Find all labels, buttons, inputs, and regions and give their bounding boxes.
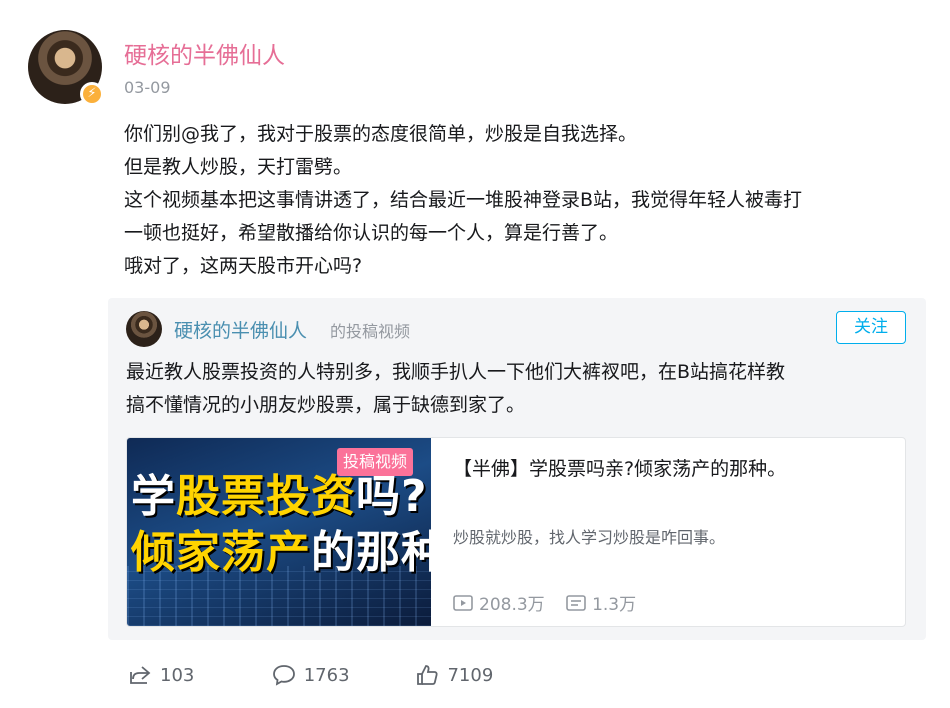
post-text: 你们别@我了，我对于股票的态度很简单，炒股是自我选择。 但是教人炒股，天打雷劈。… xyxy=(124,118,914,283)
share-button[interactable]: 103 xyxy=(128,664,266,686)
repost-author-name[interactable]: 硬核的半佛仙人 xyxy=(174,316,307,343)
danmaku-count-value: 1.3万 xyxy=(592,595,637,615)
repost-card: 硬核的半佛仙人 的投稿视频 关注 最近教人股票投资的人特别多，我顺手扒人一下他们… xyxy=(108,298,926,640)
thumbnail-word: 吗? xyxy=(356,471,428,522)
post-line: 哦对了，这两天股市开心吗? xyxy=(124,255,363,277)
repost-author-avatar[interactable] xyxy=(126,311,162,347)
play-count-value: 208.3万 xyxy=(479,595,545,615)
thumbnail-word: 股票投资 xyxy=(176,471,356,522)
post-line: 但是教人炒股，天打雷劈。 xyxy=(124,156,353,178)
thumbnail-word: 学 xyxy=(131,471,176,522)
thumbs-up-icon xyxy=(417,665,439,685)
post-line: 你们别@我了，我对于股票的态度很简单，炒股是自我选择。 xyxy=(124,123,638,145)
repost-text: 最近教人股票投资的人特别多，我顺手扒人一下他们大裤衩吧，在B站搞花样教 搞不懂情… xyxy=(126,356,906,422)
repost-type-label: 的投稿视频 xyxy=(330,322,411,341)
follow-button[interactable]: 关注 xyxy=(836,311,906,344)
danmaku-icon xyxy=(566,594,586,611)
post-line: 这个视频基本把这事情讲透了，结合最近一堆股神登录B站，我觉得年轻人被毒打 xyxy=(124,189,803,211)
author-name[interactable]: 硬核的半佛仙人 xyxy=(124,36,285,70)
thumbnail-word: 倾家荡产 xyxy=(131,527,311,578)
comment-button[interactable]: 1763 xyxy=(272,664,410,686)
share-count: 103 xyxy=(160,664,195,686)
comment-count: 1763 xyxy=(303,664,350,686)
play-count: 208.3万 xyxy=(453,590,545,615)
share-icon xyxy=(130,666,151,684)
repost-line: 最近教人股票投资的人特别多，我顺手扒人一下他们大裤衩吧，在B站搞花样教 xyxy=(126,361,786,383)
video-type-tag: 投稿视频 xyxy=(337,448,414,476)
thumbnail-caption-line-2: 倾家荡产的那种 xyxy=(131,516,431,580)
post-line: 一顿也挺好，希望散播给你认识的每一个人，算是行善了。 xyxy=(124,222,619,244)
post-actions: 103 1763 7109 xyxy=(128,664,493,691)
repost-line: 搞不懂情况的小朋友炒股票，属于缺德到家了。 xyxy=(126,394,526,416)
play-icon xyxy=(453,594,473,611)
danmaku-count: 1.3万 xyxy=(566,590,636,615)
video-stats: 208.3万 1.3万 xyxy=(453,590,652,616)
verified-badge-icon: ⚡ xyxy=(80,82,104,106)
post-date[interactable]: 03-09 xyxy=(124,78,171,97)
thumbnail-word: 的那种 xyxy=(311,527,431,578)
like-button[interactable]: 7109 xyxy=(415,664,493,686)
comment-icon xyxy=(272,665,295,686)
author-avatar[interactable]: ⚡ xyxy=(28,30,104,106)
like-count: 7109 xyxy=(447,664,494,686)
video-description: 炒股就炒股，找人学习炒股是咋回事。 xyxy=(453,528,726,547)
video-thumbnail[interactable]: 学股票投资吗? 倾家荡产的那种 投稿视频 xyxy=(127,438,431,626)
video-title[interactable]: 【半佛】学股票吗亲?倾家荡产的那种。 xyxy=(453,454,786,481)
video-card[interactable]: 学股票投资吗? 倾家荡产的那种 投稿视频 【半佛】学股票吗亲?倾家荡产的那种。 … xyxy=(126,437,906,627)
